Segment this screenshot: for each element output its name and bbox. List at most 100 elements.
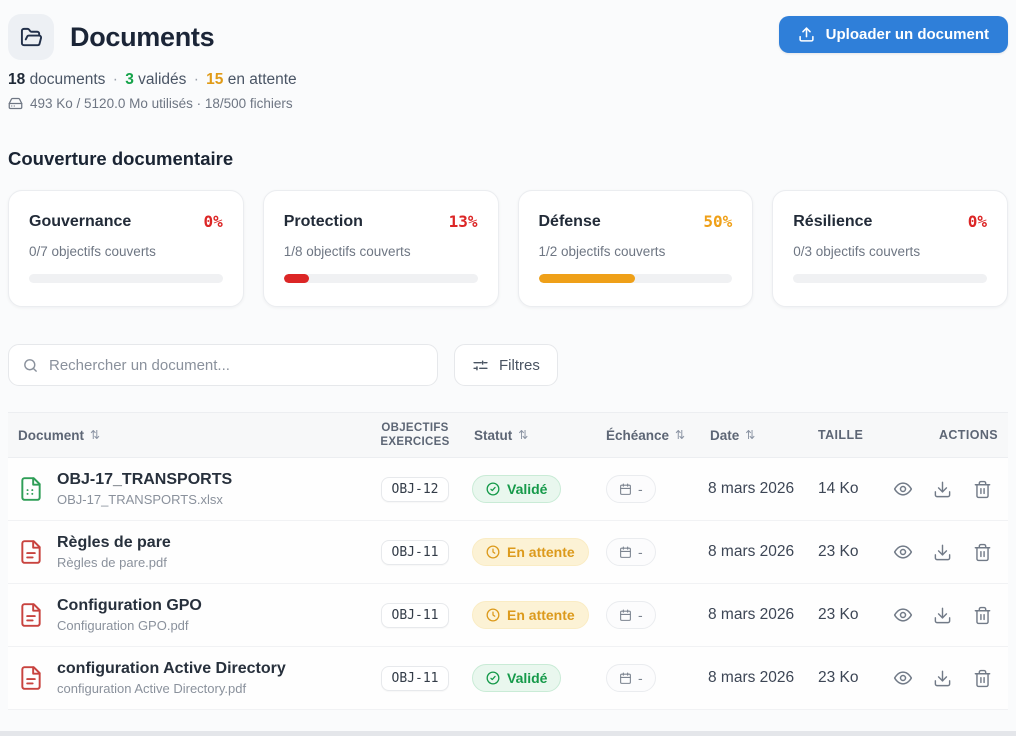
- calendar-icon: [619, 672, 632, 685]
- progress-fill: [284, 274, 309, 283]
- document-row[interactable]: Règles de pare Règles de pare.pdf OBJ-11: [8, 521, 1008, 584]
- validated-count: 3: [125, 71, 134, 88]
- table-body: OBJ-17_TRANSPORTS OBJ-17_TRANSPORTS.xlsx…: [8, 458, 1008, 710]
- coverage-card-subtitle: 1/8 objectifs couverts: [284, 244, 478, 259]
- coverage-card: Résilience 0% 0/3 objectifs couverts: [772, 190, 1008, 307]
- storage-usage: 493 Ko / 5120.0 Mo utilisés · 18/500 fic…: [8, 96, 1008, 111]
- clock-icon: [486, 608, 500, 622]
- coverage-card-subtitle: 0/3 objectifs couverts: [793, 244, 987, 259]
- filters-button-label: Filtres: [499, 357, 540, 374]
- progress-track: [793, 274, 987, 283]
- page-header: Documents Uploader un document: [8, 14, 1008, 60]
- objective-badge: OBJ-12: [381, 477, 450, 502]
- separator: ·: [194, 71, 199, 88]
- download-button[interactable]: [927, 537, 958, 568]
- coverage-card-name: Résilience: [793, 213, 872, 231]
- upload-document-button[interactable]: Uploader un document: [779, 16, 1008, 53]
- due-date-value: -: [638, 481, 643, 497]
- due-date-value: -: [638, 670, 643, 686]
- objective-badge: OBJ-11: [381, 666, 450, 691]
- due-date-badge: -: [606, 538, 656, 566]
- sort-icon: ⇅: [675, 428, 685, 442]
- document-filename: Configuration GPO.pdf: [57, 618, 202, 633]
- column-header-size: TAILLE: [808, 428, 886, 442]
- status-label: En attente: [507, 544, 575, 560]
- delete-button[interactable]: [967, 537, 998, 568]
- document-filename: OBJ-17_TRANSPORTS.xlsx: [57, 492, 232, 507]
- document-cell: Configuration GPO Configuration GPO.pdf: [18, 597, 368, 633]
- separator: ·: [113, 71, 118, 88]
- trash-icon: [973, 606, 992, 625]
- size-cell: 14 Ko: [808, 480, 886, 498]
- due-date-badge: -: [606, 475, 656, 503]
- column-header-due-date[interactable]: Échéance ⇅: [598, 428, 698, 443]
- column-header-objectives: OBJECTIFS EXERCICES: [368, 421, 462, 450]
- sort-icon: ⇅: [518, 428, 528, 442]
- size-cell: 23 Ko: [808, 543, 886, 561]
- due-date-badge: -: [606, 664, 656, 692]
- status-badge: Validé: [472, 475, 561, 503]
- download-button[interactable]: [927, 663, 958, 694]
- progress-track: [539, 274, 733, 283]
- search-input[interactable]: [49, 357, 424, 374]
- bottom-divider: [0, 731, 1016, 736]
- view-button[interactable]: [887, 537, 918, 568]
- download-button[interactable]: [927, 600, 958, 631]
- pending-count-label: en attente: [228, 71, 297, 88]
- table-header-row: Document ⇅ OBJECTIFS EXERCICES Statut ⇅ …: [8, 412, 1008, 458]
- coverage-card-name: Gouvernance: [29, 213, 131, 231]
- download-icon: [933, 480, 952, 499]
- delete-button[interactable]: [967, 663, 998, 694]
- upload-icon: [798, 26, 815, 43]
- sort-icon: ⇅: [90, 428, 100, 442]
- date-cell: 8 mars 2026: [698, 606, 808, 624]
- coverage-card-percent: 0%: [968, 212, 987, 231]
- calendar-icon: [619, 609, 632, 622]
- eye-icon: [893, 668, 913, 688]
- view-button[interactable]: [887, 474, 918, 505]
- coverage-card-percent: 13%: [449, 212, 478, 231]
- coverage-card: Gouvernance 0% 0/7 objectifs couverts: [8, 190, 244, 307]
- search-box[interactable]: [8, 344, 438, 386]
- document-row[interactable]: Configuration GPO Configuration GPO.pdf …: [8, 584, 1008, 647]
- delete-button[interactable]: [967, 474, 998, 505]
- sort-icon: ⇅: [745, 428, 755, 442]
- view-button[interactable]: [887, 600, 918, 631]
- status-badge: En attente: [472, 601, 589, 629]
- column-header-date[interactable]: Date ⇅: [698, 428, 808, 443]
- delete-button[interactable]: [967, 600, 998, 631]
- objective-badge: OBJ-11: [381, 603, 450, 628]
- date-cell: 8 mars 2026: [698, 669, 808, 687]
- document-cell: Règles de pare Règles de pare.pdf: [18, 534, 368, 570]
- pdf-file-icon: [18, 665, 44, 691]
- status-badge: En attente: [472, 538, 589, 566]
- trash-icon: [973, 669, 992, 688]
- view-button[interactable]: [887, 663, 918, 694]
- column-header-status[interactable]: Statut ⇅: [462, 428, 598, 443]
- coverage-card: Protection 13% 1/8 objectifs couverts: [263, 190, 499, 307]
- status-label: En attente: [507, 607, 575, 623]
- sliders-icon: [472, 357, 489, 374]
- coverage-card-percent: 50%: [703, 212, 732, 231]
- download-button[interactable]: [927, 474, 958, 505]
- document-row[interactable]: OBJ-17_TRANSPORTS OBJ-17_TRANSPORTS.xlsx…: [8, 458, 1008, 521]
- eye-icon: [893, 605, 913, 625]
- documents-count: 18: [8, 71, 25, 88]
- coverage-card-subtitle: 1/2 objectifs couverts: [539, 244, 733, 259]
- upload-button-label: Uploader un document: [826, 26, 989, 43]
- filters-button[interactable]: Filtres: [454, 344, 558, 386]
- coverage-card-percent: 0%: [203, 212, 222, 231]
- search-icon: [22, 357, 39, 374]
- check-circle-icon: [486, 482, 500, 496]
- due-date-value: -: [638, 607, 643, 623]
- spreadsheet-file-icon: [18, 476, 44, 502]
- documents-table: Document ⇅ OBJECTIFS EXERCICES Statut ⇅ …: [8, 412, 1008, 710]
- document-row[interactable]: configuration Active Directory configura…: [8, 647, 1008, 710]
- column-header-document[interactable]: Document ⇅: [18, 428, 368, 443]
- trash-icon: [973, 543, 992, 562]
- document-title: configuration Active Directory: [57, 660, 286, 678]
- progress-track: [284, 274, 478, 283]
- calendar-icon: [619, 546, 632, 559]
- storage-usage-text: 493 Ko / 5120.0 Mo utilisés · 18/500 fic…: [30, 96, 293, 111]
- progress-track: [29, 274, 223, 283]
